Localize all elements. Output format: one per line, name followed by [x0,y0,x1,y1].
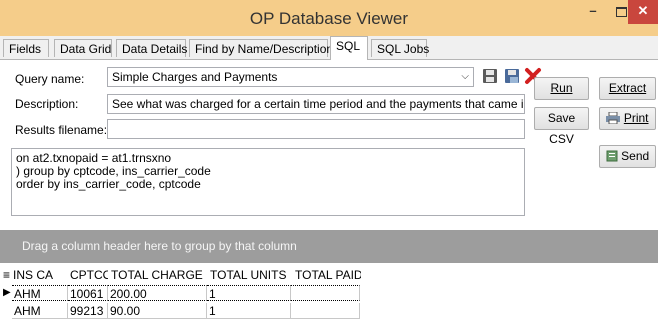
window-title: OP Database Viewer [249,9,409,28]
save-csv-button[interactable]: Save CSV [534,107,589,146]
minimize-button[interactable]: – [580,0,606,24]
query-name-value: Simple Charges and Payments [112,70,278,84]
sql-editor[interactable]: on at2.txnopaid = at1.trnsxno ) group by… [11,148,525,216]
row-pointer-icon: ▶ [3,287,11,298]
print-button-label: Print [623,111,649,125]
table-cell[interactable] [291,303,360,319]
column-header[interactable]: CPTCO [70,267,108,283]
run-button-label: Run [550,81,573,95]
print-button[interactable]: Print [599,107,656,130]
sql-line: order by ins_carrier_code, cptcode [16,177,201,191]
table-cell[interactable]: 99213 [68,303,108,319]
extract-button[interactable]: Extract [599,77,656,100]
send-button-label: Send [621,149,650,163]
tab-fields[interactable]: Fields [3,39,49,57]
table-cell[interactable]: 200.00 [108,285,207,301]
table-row[interactable]: AHM 99213 90.00 1 [0,303,360,319]
table-cell[interactable]: AHM [12,285,68,301]
query-name-dropdown[interactable]: Simple Charges and Payments ⌵ [107,67,474,87]
tab-find-by-name[interactable]: Find by Name/Description [189,39,333,57]
chevron-down-icon: ⌵ [461,71,469,82]
tab-data-details[interactable]: Data Details [116,39,187,57]
run-button[interactable]: Run [534,77,589,100]
tab-sql-jobs[interactable]: SQL Jobs [371,39,429,57]
title-bar: OP Database Viewer – ✕ [0,0,658,36]
save-as-icon [505,69,519,83]
printer-icon [606,111,621,125]
description-field[interactable]: See what was charged for a certain time … [107,94,525,114]
send-button[interactable]: Send [599,145,656,168]
results-grid[interactable]: ≡ INS CA CPTCO TOTAL CHARGE TOTAL UNITS … [0,263,658,319]
query-name-label: Query name: [15,72,85,86]
column-header[interactable]: TOTAL PAID [295,267,361,283]
send-icon [606,150,618,162]
table-cell[interactable]: 10061 [68,285,108,301]
results-filename-field[interactable] [107,119,525,139]
disk-icon [483,69,497,83]
table-cell[interactable]: 1 [207,303,291,319]
table-cell[interactable]: AHM [12,303,68,319]
table-cell[interactable] [291,285,360,301]
close-button[interactable]: ✕ [628,0,658,24]
column-header[interactable]: TOTAL CHARGE [111,267,207,283]
description-label: Description: [15,97,79,111]
table-cell[interactable]: 1 [207,285,291,301]
table-cell[interactable]: 90.00 [108,303,207,319]
save-as-query-button[interactable] [503,67,521,85]
column-chooser-icon[interactable]: ≡ [3,267,13,283]
group-by-panel[interactable]: Drag a column header here to group by th… [0,230,658,263]
table-row[interactable]: ▶ AHM 10061 200.00 1 [0,285,360,301]
save-query-button[interactable] [481,67,499,85]
maximize-icon [615,6,627,17]
column-header[interactable]: TOTAL UNITS [210,267,288,283]
column-header[interactable]: INS CA [13,267,67,283]
extract-button-label: Extract [608,81,647,95]
tab-data-grid[interactable]: Data Grid [54,39,112,57]
group-by-hint: Drag a column header here to group by th… [22,239,297,253]
save-csv-button-label: Save CSV [547,111,576,146]
tab-sql[interactable]: SQL [330,36,368,60]
results-filename-label: Results filename: [15,123,108,137]
tab-bar: Fields Data Grid Data Details Find by Na… [0,36,658,60]
